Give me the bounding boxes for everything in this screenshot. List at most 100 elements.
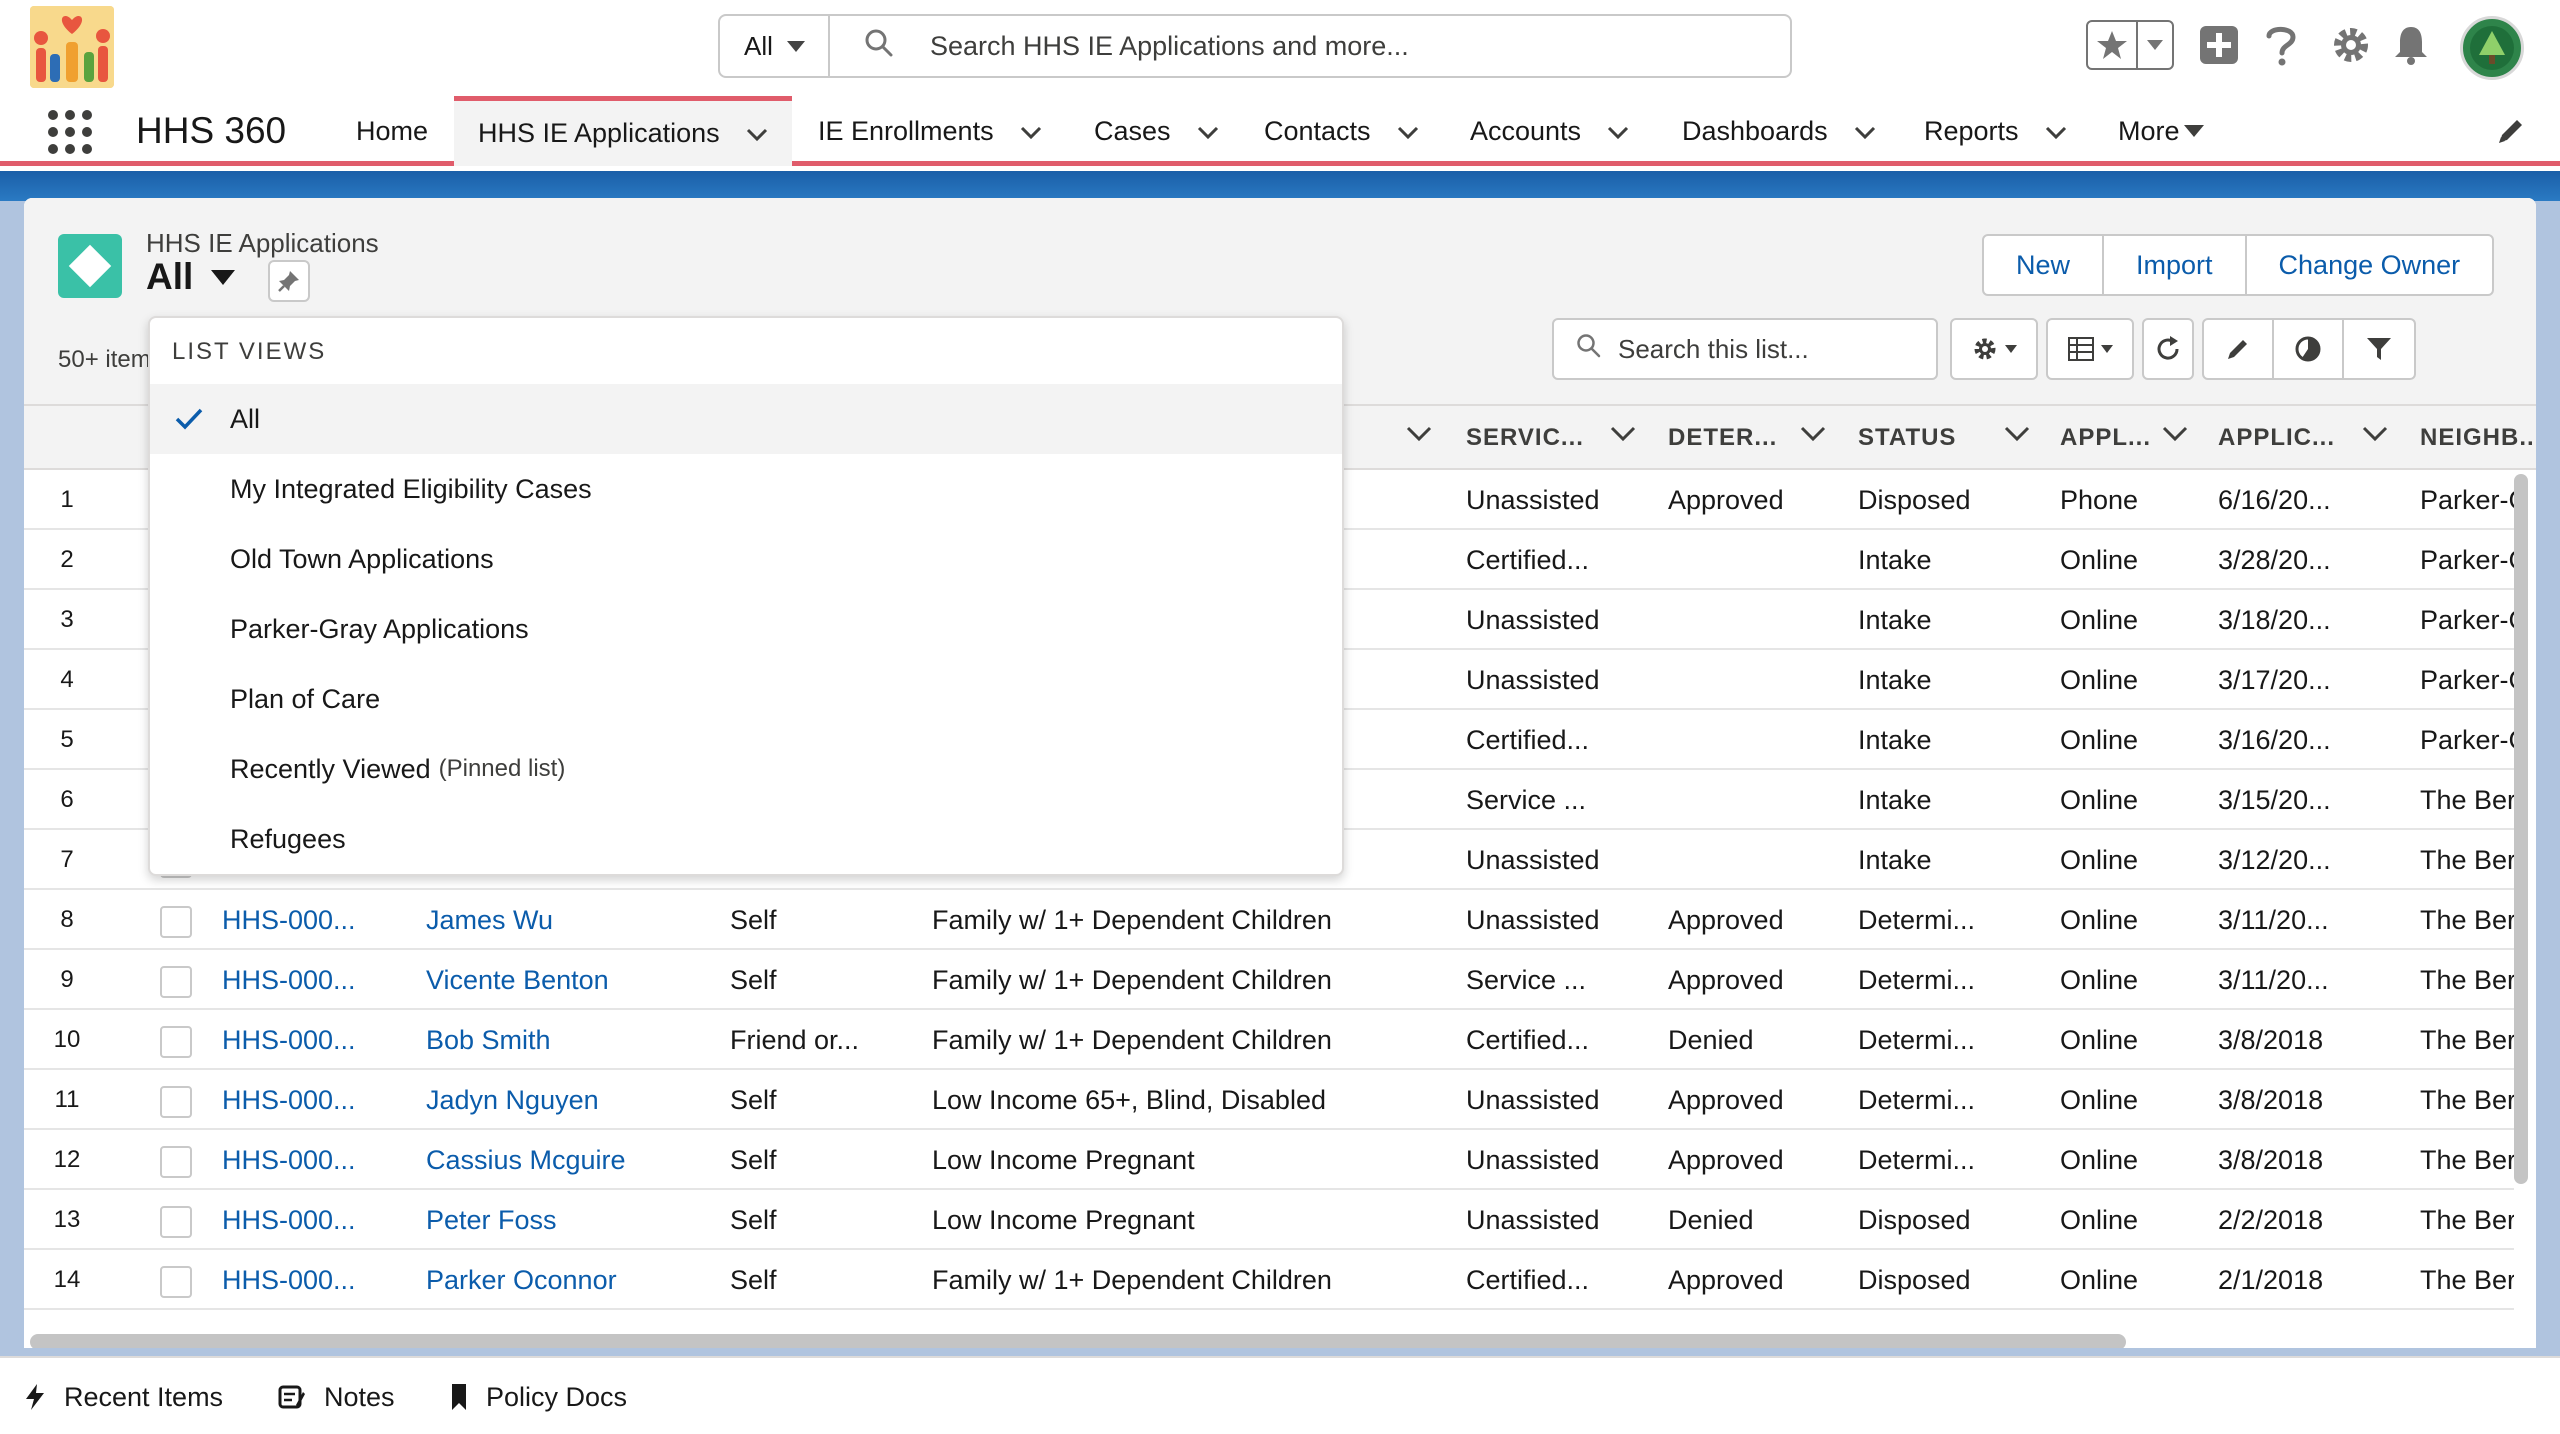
import-button[interactable]: Import xyxy=(2104,236,2247,294)
nav-item-accounts[interactable]: Accounts xyxy=(1470,96,1629,166)
row-number: 13 xyxy=(53,1206,81,1233)
record-id-link[interactable]: HHS-000... xyxy=(222,950,356,1010)
horizontal-scrollbar[interactable] xyxy=(30,1334,2126,1348)
refresh-button[interactable] xyxy=(2142,318,2194,380)
display-as-button[interactable] xyxy=(2046,318,2134,380)
applicant-name-link[interactable]: Parker Oconnor xyxy=(426,1250,617,1310)
app-launcher-icon[interactable] xyxy=(48,110,92,154)
column-header-status[interactable]: STATUS xyxy=(1858,406,1956,470)
chevron-down-icon[interactable] xyxy=(1854,116,1876,147)
chevron-down-icon[interactable] xyxy=(2045,116,2067,147)
column-menu-icon[interactable] xyxy=(2162,426,2188,447)
application-type-cell: Online xyxy=(2060,1144,2139,1175)
record-id-link[interactable]: HHS-000... xyxy=(222,1190,356,1250)
row-checkbox[interactable] xyxy=(160,966,192,998)
chevron-down-icon[interactable] xyxy=(2138,39,2172,51)
column-header-application-date[interactable]: APPLIC... xyxy=(2218,406,2335,470)
nav-item-contacts[interactable]: Contacts xyxy=(1264,96,1419,166)
list-search-input[interactable]: Search this list... xyxy=(1552,318,1938,380)
org-logo[interactable] xyxy=(30,6,114,88)
nav-item-dashboards[interactable]: Dashboards xyxy=(1682,96,1876,166)
gear-icon[interactable] xyxy=(2328,22,2374,68)
nav-more-menu[interactable]: More xyxy=(2118,96,2204,166)
record-id-link[interactable]: HHS-000... xyxy=(222,1250,356,1310)
utility-recent-items[interactable]: Recent Items xyxy=(24,1358,223,1434)
applicant-name-link[interactable]: Jadyn Nguyen xyxy=(426,1070,599,1130)
row-number: 5 xyxy=(60,726,74,753)
pin-list-button[interactable] xyxy=(268,260,310,302)
bell-icon[interactable] xyxy=(2388,22,2434,68)
applicant-name-link[interactable]: James Wu xyxy=(426,890,553,950)
list-view-option-refugees[interactable]: Refugees xyxy=(150,804,1342,874)
list-view-option-old-town[interactable]: Old Town Applications xyxy=(150,524,1342,594)
record-id-link[interactable]: HHS-000... xyxy=(222,1010,356,1070)
utility-notes[interactable]: Notes xyxy=(278,1358,395,1434)
list-views-header: LIST VIEWS xyxy=(172,338,327,365)
row-checkbox[interactable] xyxy=(160,906,192,938)
lightning-icon xyxy=(24,1383,46,1411)
vertical-scrollbar[interactable] xyxy=(2514,474,2528,1184)
utility-policy-docs[interactable]: Policy Docs xyxy=(450,1358,627,1434)
nav-item-ie-enrollments[interactable]: IE Enrollments xyxy=(818,96,1042,166)
row-number: 12 xyxy=(53,1146,81,1173)
nav-item-cases[interactable]: Cases xyxy=(1094,96,1219,166)
star-icon[interactable] xyxy=(2088,22,2138,68)
applicant-name-link[interactable]: Vicente Benton xyxy=(426,950,609,1010)
user-avatar[interactable] xyxy=(2460,16,2524,80)
list-view-selector[interactable]: All xyxy=(146,256,236,298)
new-button[interactable]: New xyxy=(1984,236,2105,294)
filter-icon[interactable] xyxy=(2344,320,2414,378)
nav-item-hhs-ie-applications[interactable]: HHS IE Applications xyxy=(454,96,792,166)
column-header-application-type[interactable]: APPL... xyxy=(2060,406,2151,470)
chevron-down-icon[interactable] xyxy=(746,118,768,149)
list-settings-button[interactable] xyxy=(1950,318,2038,380)
chart-icon[interactable] xyxy=(2274,320,2344,378)
applicant-name-link[interactable]: Bob Smith xyxy=(426,1010,551,1070)
pencil-icon[interactable] xyxy=(2204,320,2274,378)
pencil-icon[interactable] xyxy=(2496,116,2526,151)
add-icon[interactable] xyxy=(2196,22,2242,68)
column-header-neighborhood[interactable]: NEIGHB... xyxy=(2420,406,2536,470)
help-icon[interactable] xyxy=(2258,22,2304,68)
neighborhood-cell: Parker-G xyxy=(2420,664,2514,695)
column-menu-icon[interactable] xyxy=(1610,426,1636,447)
determination-cell: Approved xyxy=(1668,1084,1784,1115)
global-search-input[interactable]: Search HHS IE Applications and more... xyxy=(828,14,1792,78)
list-view-option-all[interactable]: All xyxy=(150,384,1342,454)
record-id-link[interactable]: HHS-000... xyxy=(222,890,356,950)
column-menu-icon[interactable] xyxy=(2362,426,2388,447)
row-checkbox[interactable] xyxy=(160,1206,192,1238)
favorites-button-group[interactable] xyxy=(2086,20,2174,70)
neighborhood-cell: Parker-G xyxy=(2420,724,2514,755)
chevron-down-icon[interactable] xyxy=(1197,116,1219,147)
change-owner-button[interactable]: Change Owner xyxy=(2247,236,2493,294)
status-cell: Disposed xyxy=(1858,1204,1971,1235)
list-view-option-my-ie-cases[interactable]: My Integrated Eligibility Cases xyxy=(150,454,1342,524)
applicant-name-link[interactable]: Cassius Mcguire xyxy=(426,1130,626,1190)
applicant-name-link[interactable]: Peter Foss xyxy=(426,1190,557,1250)
list-view-option-plan-of-care[interactable]: Plan of Care xyxy=(150,664,1342,734)
row-checkbox[interactable] xyxy=(160,1086,192,1118)
chevron-down-icon[interactable] xyxy=(1397,116,1419,147)
nav-item-home[interactable]: Home xyxy=(356,96,428,166)
record-id-link[interactable]: HHS-000... xyxy=(222,1130,356,1190)
column-header-service[interactable]: SERVIC... xyxy=(1466,406,1584,470)
column-menu-icon[interactable] xyxy=(1406,426,1432,447)
row-checkbox[interactable] xyxy=(160,1026,192,1058)
row-checkbox[interactable] xyxy=(160,1146,192,1178)
notes-icon xyxy=(278,1384,306,1410)
chevron-down-icon[interactable] xyxy=(1607,116,1629,147)
record-id-link[interactable]: HHS-000... xyxy=(222,1070,356,1130)
search-scope-select[interactable]: All xyxy=(718,14,830,78)
list-view-option-recently-viewed[interactable]: Recently Viewed (Pinned list) xyxy=(150,734,1342,804)
nav-item-reports[interactable]: Reports xyxy=(1924,96,2067,166)
row-number: 11 xyxy=(54,1086,80,1113)
row-checkbox[interactable] xyxy=(160,1266,192,1298)
relationship-cell: Self xyxy=(730,1084,777,1115)
chevron-down-icon[interactable] xyxy=(1020,116,1042,147)
list-view-option-parker-gray[interactable]: Parker-Gray Applications xyxy=(150,594,1342,664)
items-count: 50+ items xyxy=(58,346,163,373)
column-menu-icon[interactable] xyxy=(1800,426,1826,447)
column-menu-icon[interactable] xyxy=(2004,426,2030,447)
column-header-determination[interactable]: DETER... xyxy=(1668,406,1777,470)
